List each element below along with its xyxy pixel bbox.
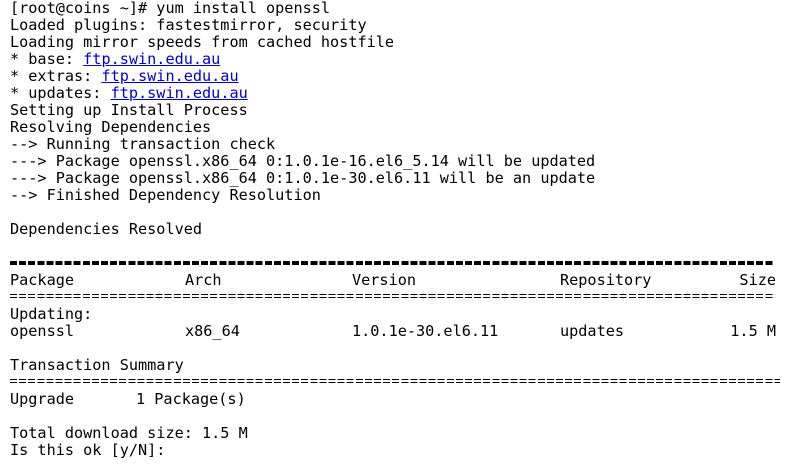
mirror-updates-line: * updates: ftp.swin.edu.au — [10, 85, 790, 102]
summary-row: Upgrade 1 Package(s) — [10, 391, 790, 408]
log-line: --> Running transaction check — [10, 136, 276, 153]
total-download-line: Total download size: 1.5 M — [10, 425, 248, 442]
terminal-output[interactable]: [root@coins ~]# yum install openssl Load… — [10, 0, 790, 459]
summary-rule — [10, 374, 790, 391]
mirror-base-line: * base: ftp.swin.edu.au — [10, 51, 790, 68]
header-package: Package — [10, 271, 75, 289]
row-package: openssl — [10, 322, 75, 340]
mirror-prefix: * updates: — [10, 85, 111, 102]
log-line: Resolving Dependencies — [10, 119, 212, 136]
mirror-prefix: * extras: — [10, 68, 102, 85]
table-row: openssl x86_64 1.0.1e-30.el6.11 updates … — [10, 323, 790, 340]
mirror-prefix: * base: — [10, 51, 84, 68]
table-header-rule — [10, 289, 790, 306]
mirror-line: Loading mirror speeds from cached hostfi… — [10, 34, 395, 51]
header-arch: Arch — [185, 271, 222, 289]
log-line: ---> Package openssl.x86_64 0:1.0.1e-16.… — [10, 153, 596, 170]
log-line: Setting up Install Process — [10, 102, 248, 119]
mirror-extras-link[interactable]: ftp.swin.edu.au — [101, 68, 238, 85]
row-arch: x86_64 — [185, 322, 240, 340]
mirror-updates-link[interactable]: ftp.swin.edu.au — [111, 85, 248, 102]
section-label: Updating: — [10, 306, 93, 323]
confirm-prompt: Is this ok [y/N]: — [10, 442, 166, 459]
summary-count: 1 Package(s) — [136, 390, 246, 408]
header-repository: Repository — [560, 271, 652, 289]
header-size: Size — [739, 271, 776, 289]
plugins-line: Loaded plugins: fastestmirror, security — [10, 17, 367, 34]
summary-action: Upgrade — [10, 390, 75, 408]
command-line: [root@coins ~]# yum install openssl — [10, 0, 331, 17]
dependencies-resolved-line: Dependencies Resolved — [10, 221, 203, 238]
row-repository: updates — [560, 322, 625, 340]
row-version: 1.0.1e-30.el6.11 — [352, 322, 499, 340]
table-top-rule — [10, 255, 790, 272]
table-header-row: Package Arch Version Repository Size — [10, 272, 790, 289]
mirror-base-link[interactable]: ftp.swin.edu.au — [83, 51, 220, 68]
log-line: --> Finished Dependency Resolution — [10, 187, 321, 204]
log-line: ---> Package openssl.x86_64 0:1.0.1e-30.… — [10, 170, 596, 187]
mirror-extras-line: * extras: ftp.swin.edu.au — [10, 68, 790, 85]
row-size: 1.5 M — [730, 322, 776, 340]
confirm-prompt-line[interactable]: Is this ok [y/N]: — [10, 442, 790, 459]
transaction-summary-title: Transaction Summary — [10, 357, 184, 374]
header-version: Version — [352, 271, 417, 289]
